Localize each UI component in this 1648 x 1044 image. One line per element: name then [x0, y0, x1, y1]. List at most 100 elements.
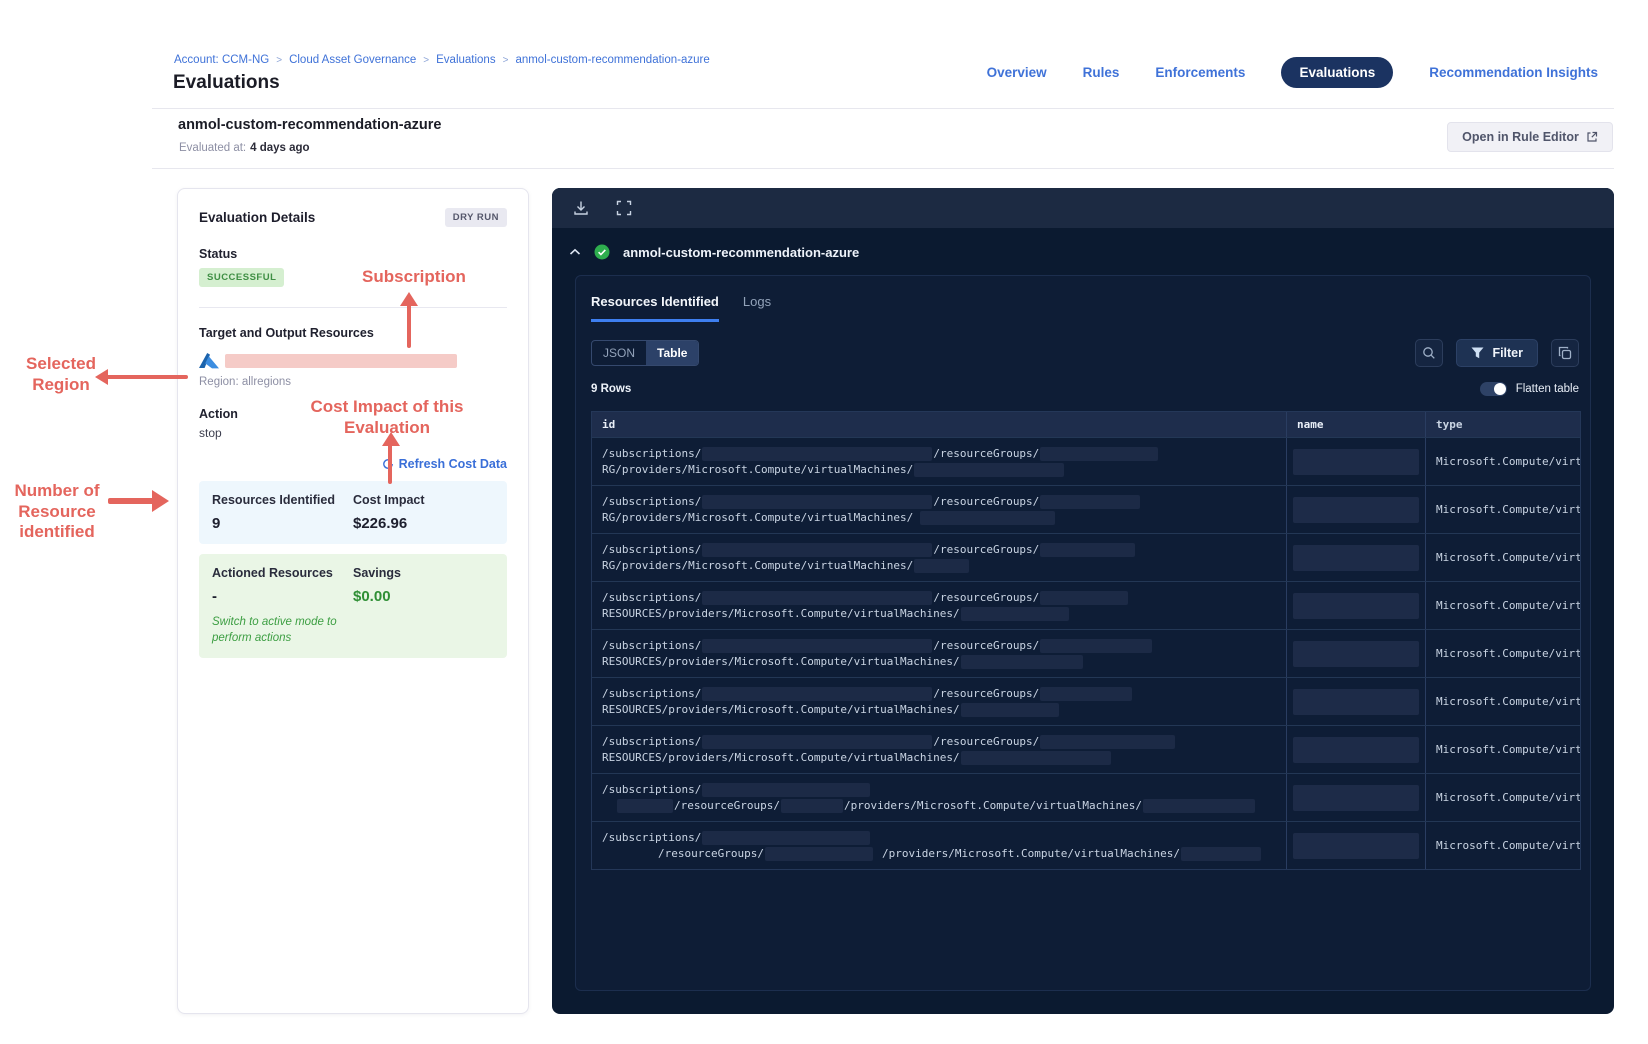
tab-rules[interactable]: Rules: [1083, 65, 1120, 80]
target-resources-label: Target and Output Resources: [199, 326, 374, 340]
refresh-cost-data-link[interactable]: Refresh Cost Data: [382, 457, 507, 471]
breadcrumb-separator: >: [502, 54, 509, 66]
cost-impact-value: $226.96: [353, 515, 408, 532]
results-tab-logs[interactable]: Logs: [743, 294, 771, 322]
redacted-value: [914, 559, 970, 573]
name-cell: [1287, 774, 1426, 821]
tab-recommendation-insights[interactable]: Recommendation Insights: [1429, 65, 1598, 80]
id-cell: /subscriptions//resourceGroups/RESOURCES…: [592, 678, 1287, 725]
redacted-value: [702, 831, 871, 845]
redacted-value: [702, 591, 933, 605]
toggle-icon: [1479, 382, 1507, 396]
copy-button[interactable]: [1551, 338, 1579, 367]
type-cell: Microsoft.Compute/virtu: [1436, 647, 1580, 660]
redacted-value: [1040, 591, 1129, 605]
name-cell: [1287, 582, 1426, 629]
filter-button[interactable]: Filter: [1456, 338, 1538, 367]
savings-value: $0.00: [353, 588, 391, 605]
success-check-icon: [594, 244, 610, 260]
results-tab-resources-identified[interactable]: Resources Identified: [591, 294, 719, 322]
breadcrumb-item-evaluations[interactable]: Evaluations: [436, 54, 495, 66]
name-cell: [1287, 486, 1426, 533]
type-cell: Microsoft.Compute/virtu: [1436, 791, 1580, 804]
tab-overview[interactable]: Overview: [987, 65, 1047, 80]
card-divider: [199, 307, 507, 308]
table-row[interactable]: /subscriptions//resourceGroups/RESOURCES…: [592, 581, 1580, 629]
redacted-value: [960, 655, 1083, 669]
id-cell: /subscriptions//resourceGroups//provider…: [592, 822, 1287, 869]
actioned-resources-value: -: [212, 588, 217, 605]
table-row[interactable]: /subscriptions//resourceGroups//provider…: [592, 773, 1580, 821]
id-cell: /subscriptions//resourceGroups/RESOURCES…: [592, 582, 1287, 629]
type-cell: Microsoft.Compute/virtu: [1436, 551, 1580, 564]
redacted-name: [1293, 593, 1419, 619]
id-cell: /subscriptions//resourceGroups/RG/provid…: [592, 486, 1287, 533]
redacted-value: [780, 799, 843, 813]
collapse-chevron-icon[interactable]: [569, 248, 581, 256]
redacted-value: [1040, 447, 1159, 461]
view-toggle-table[interactable]: Table: [646, 340, 699, 365]
tab-enforcements[interactable]: Enforcements: [1155, 65, 1245, 80]
type-cell: Microsoft.Compute/virtu: [1436, 695, 1580, 708]
fullscreen-icon[interactable]: [616, 200, 632, 216]
resources-table: id name type/subscriptions//resourceGroups…: [591, 411, 1581, 870]
refresh-label: Refresh Cost Data: [398, 457, 507, 471]
nav-tabs: Overview Rules Enforcements Evaluations Reco…: [987, 57, 1598, 88]
redacted-name: [1293, 449, 1419, 475]
table-row[interactable]: /subscriptions//resourceGroups/RESOURCES…: [592, 725, 1580, 773]
table-row[interactable]: /subscriptions//resourceGroups/RG/provid…: [592, 437, 1580, 485]
redacted-value: [920, 511, 1056, 525]
redacted-value: [960, 607, 1069, 621]
results-inner-panel: Resources Identified Logs JSON Table Filte…: [575, 275, 1591, 991]
open-rule-editor-button[interactable]: Open in Rule Editor: [1447, 122, 1613, 152]
identified-cost-box: Resources Identified 9 Cost Impact $226.…: [199, 481, 507, 544]
redacted-value: [702, 447, 933, 461]
redacted-value: [617, 799, 673, 813]
type-cell: Microsoft.Compute/virtu: [1436, 455, 1580, 468]
breadcrumb-separator: >: [423, 54, 430, 66]
annotation-resource-count: Number of Resource identified: [14, 481, 100, 542]
table-row[interactable]: /subscriptions//resourceGroups/RESOURCES…: [592, 629, 1580, 677]
redacted-value: [702, 735, 933, 749]
redacted-value: [702, 543, 933, 557]
breadcrumb-separator: >: [276, 54, 283, 66]
resource-count-arrow-icon: [152, 490, 169, 512]
name-cell: [1287, 630, 1426, 677]
evaluated-at: Evaluated at: 4 days ago: [179, 142, 310, 154]
cost-impact-arrow-line: [388, 444, 392, 484]
column-header-type: type: [1436, 418, 1463, 431]
evaluation-name: anmol-custom-recommendation-azure: [178, 117, 442, 133]
search-button[interactable]: [1415, 338, 1444, 367]
cost-impact-label: Cost Impact: [353, 493, 425, 507]
table-row[interactable]: /subscriptions//resourceGroups/RESOURCES…: [592, 677, 1580, 725]
table-row[interactable]: /subscriptions//resourceGroups//provider…: [592, 821, 1580, 869]
external-link-icon: [1586, 131, 1598, 143]
savings-label: Savings: [353, 566, 401, 580]
view-toggle: JSON Table: [591, 339, 700, 366]
table-row[interactable]: /subscriptions//resourceGroups/RG/provid…: [592, 533, 1580, 581]
breadcrumb-item-account-ccm-ng[interactable]: Account: CCM-NG: [174, 54, 269, 66]
redacted-name: [1293, 497, 1419, 523]
region-text: Region: allregions: [199, 376, 292, 388]
results-tabs: Resources Identified Logs: [591, 294, 771, 322]
id-cell: /subscriptions//resourceGroups//provider…: [592, 774, 1287, 821]
column-header-id: id: [592, 412, 1287, 437]
redacted-value: [1040, 543, 1136, 557]
breadcrumb-item-cloud-asset-governance[interactable]: Cloud Asset Governance: [289, 54, 416, 66]
tab-evaluations[interactable]: Evaluations: [1281, 57, 1394, 88]
page-title: Evaluations: [173, 72, 280, 93]
table-header-row: id name type: [592, 412, 1580, 437]
download-icon[interactable]: [573, 200, 589, 216]
azure-icon: [199, 353, 219, 369]
header-divider: [152, 108, 1614, 109]
view-toggle-json[interactable]: JSON: [592, 341, 646, 365]
flatten-table-toggle[interactable]: Flatten table: [1479, 382, 1579, 396]
actioned-savings-box: Actioned Resources - Savings $0.00 Switc…: [199, 554, 507, 659]
breadcrumb-item-anmol-custom-recommendation-azure[interactable]: anmol-custom-recommendation-azure: [515, 54, 709, 66]
id-cell: /subscriptions//resourceGroups/RESOURCES…: [592, 726, 1287, 773]
cloud-asset-governance-page: Account: CCM-NG > Cloud Asset Governance > E…: [0, 0, 1648, 1044]
selected-region-arrow-line: [106, 375, 188, 379]
actioned-resources-label: Actioned Resources: [212, 566, 333, 580]
table-row[interactable]: /subscriptions//resourceGroups/RG/provid…: [592, 485, 1580, 533]
evaluation-details-card: Evaluation Details DRY RUN Status SUCCES…: [177, 188, 529, 1014]
